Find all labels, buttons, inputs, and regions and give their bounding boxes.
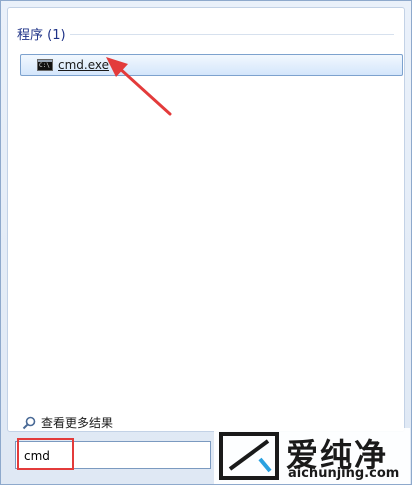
start-menu: 程序 (1) C:\ cmd.exe 查看更多结果 [0, 0, 412, 485]
result-item-label: cmd.exe [58, 58, 110, 72]
watermark: 爱纯净 aichunjing.com [214, 428, 410, 484]
search-box[interactable] [15, 441, 211, 469]
watermark-logo-icon [219, 432, 279, 480]
result-item-cmd[interactable]: C:\ cmd.exe [20, 54, 403, 76]
watermark-url: aichunjing.com [288, 466, 400, 481]
search-input[interactable] [24, 446, 79, 466]
see-more-label: 查看更多结果 [41, 416, 114, 430]
search-icon [22, 416, 36, 429]
section-divider [70, 34, 394, 35]
see-more-results-link[interactable]: 查看更多结果 [22, 414, 113, 431]
cmd-icon: C:\ [37, 59, 53, 71]
section-header-programs: 程序 (1) [17, 28, 66, 43]
search-results-panel: 程序 (1) C:\ cmd.exe 查看更多结果 [7, 7, 405, 432]
